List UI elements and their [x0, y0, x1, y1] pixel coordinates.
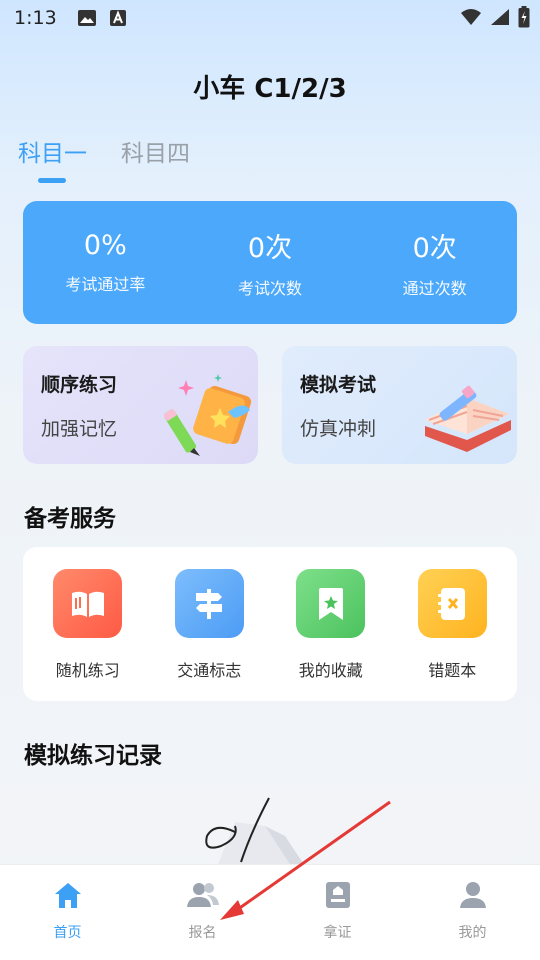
nav-label: 报名	[188, 925, 217, 941]
stat-value: 0%	[83, 230, 127, 261]
services-section-title: 备考服务	[24, 506, 116, 532]
book-icon	[53, 569, 123, 638]
image-notification-icon	[77, 9, 97, 27]
battery-icon	[518, 6, 530, 33]
stat-label: 考试次数	[238, 279, 303, 298]
stat-value: 0次	[412, 233, 457, 264]
nav-label: 拿证	[323, 925, 352, 941]
services-card: 随机练习 交通标志 我的收藏 错题本	[23, 547, 517, 701]
certificate-icon	[325, 881, 351, 913]
service-random-practice[interactable]: 随机练习	[33, 547, 143, 701]
nav-certificate[interactable]: 拿证	[270, 865, 405, 960]
status-bar: 1:13	[0, 0, 540, 36]
home-icon	[53, 881, 83, 913]
service-traffic-signs[interactable]: 交通标志	[154, 547, 264, 701]
open-book-icon	[419, 380, 515, 460]
stat-value: 0次	[247, 233, 293, 264]
keyboard-notification-icon	[109, 9, 127, 27]
page-title: 小车 C1/2/3	[193, 74, 347, 104]
tab-subject-four[interactable]: 科目四	[121, 134, 190, 168]
service-my-favorites[interactable]: 我的收藏	[276, 547, 386, 701]
signpost-icon	[174, 569, 244, 638]
records-section-title: 模拟练习记录	[24, 743, 162, 769]
stat-label: 通过次数	[402, 279, 467, 298]
mock-exam-card[interactable]: 模拟考试 仿真冲刺	[282, 346, 517, 464]
nav-mine[interactable]: 我的	[405, 865, 540, 960]
stats-card: 0% 考试通过率 0次 考试次数 0次 通过次数	[23, 201, 517, 324]
nav-register[interactable]: 报名	[135, 865, 270, 960]
service-label: 随机练习	[55, 661, 120, 680]
stat-pass-count: 0次 通过次数	[352, 201, 517, 324]
notebook-x-icon	[417, 569, 487, 638]
users-icon	[186, 881, 219, 913]
service-mistake-book[interactable]: 错题本	[397, 547, 507, 701]
tab-subject-one[interactable]: 科目一	[18, 134, 87, 168]
wifi-icon	[460, 8, 482, 31]
subject-tabs: 科目一 科目四	[18, 134, 190, 168]
book-pencil-icon	[163, 372, 256, 460]
nav-label: 我的	[458, 925, 487, 941]
stat-exam-count: 0次 考试次数	[188, 201, 353, 324]
service-label: 交通标志	[177, 661, 242, 680]
service-label: 我的收藏	[298, 661, 363, 680]
nav-home[interactable]: 首页	[0, 865, 135, 960]
service-label: 错题本	[428, 661, 477, 680]
stat-pass-rate: 0% 考试通过率	[23, 201, 188, 324]
stat-label: 考试通过率	[65, 275, 146, 294]
signal-icon	[490, 8, 510, 31]
active-tab-indicator	[38, 178, 66, 183]
bookmark-star-icon	[296, 569, 366, 638]
status-time: 1:13	[14, 7, 57, 29]
user-icon	[459, 881, 487, 913]
nav-label: 首页	[53, 925, 82, 941]
bottom-nav: 首页 报名 拿证 我的	[0, 864, 540, 960]
sequential-practice-card[interactable]: 顺序练习 加强记忆	[23, 346, 258, 464]
